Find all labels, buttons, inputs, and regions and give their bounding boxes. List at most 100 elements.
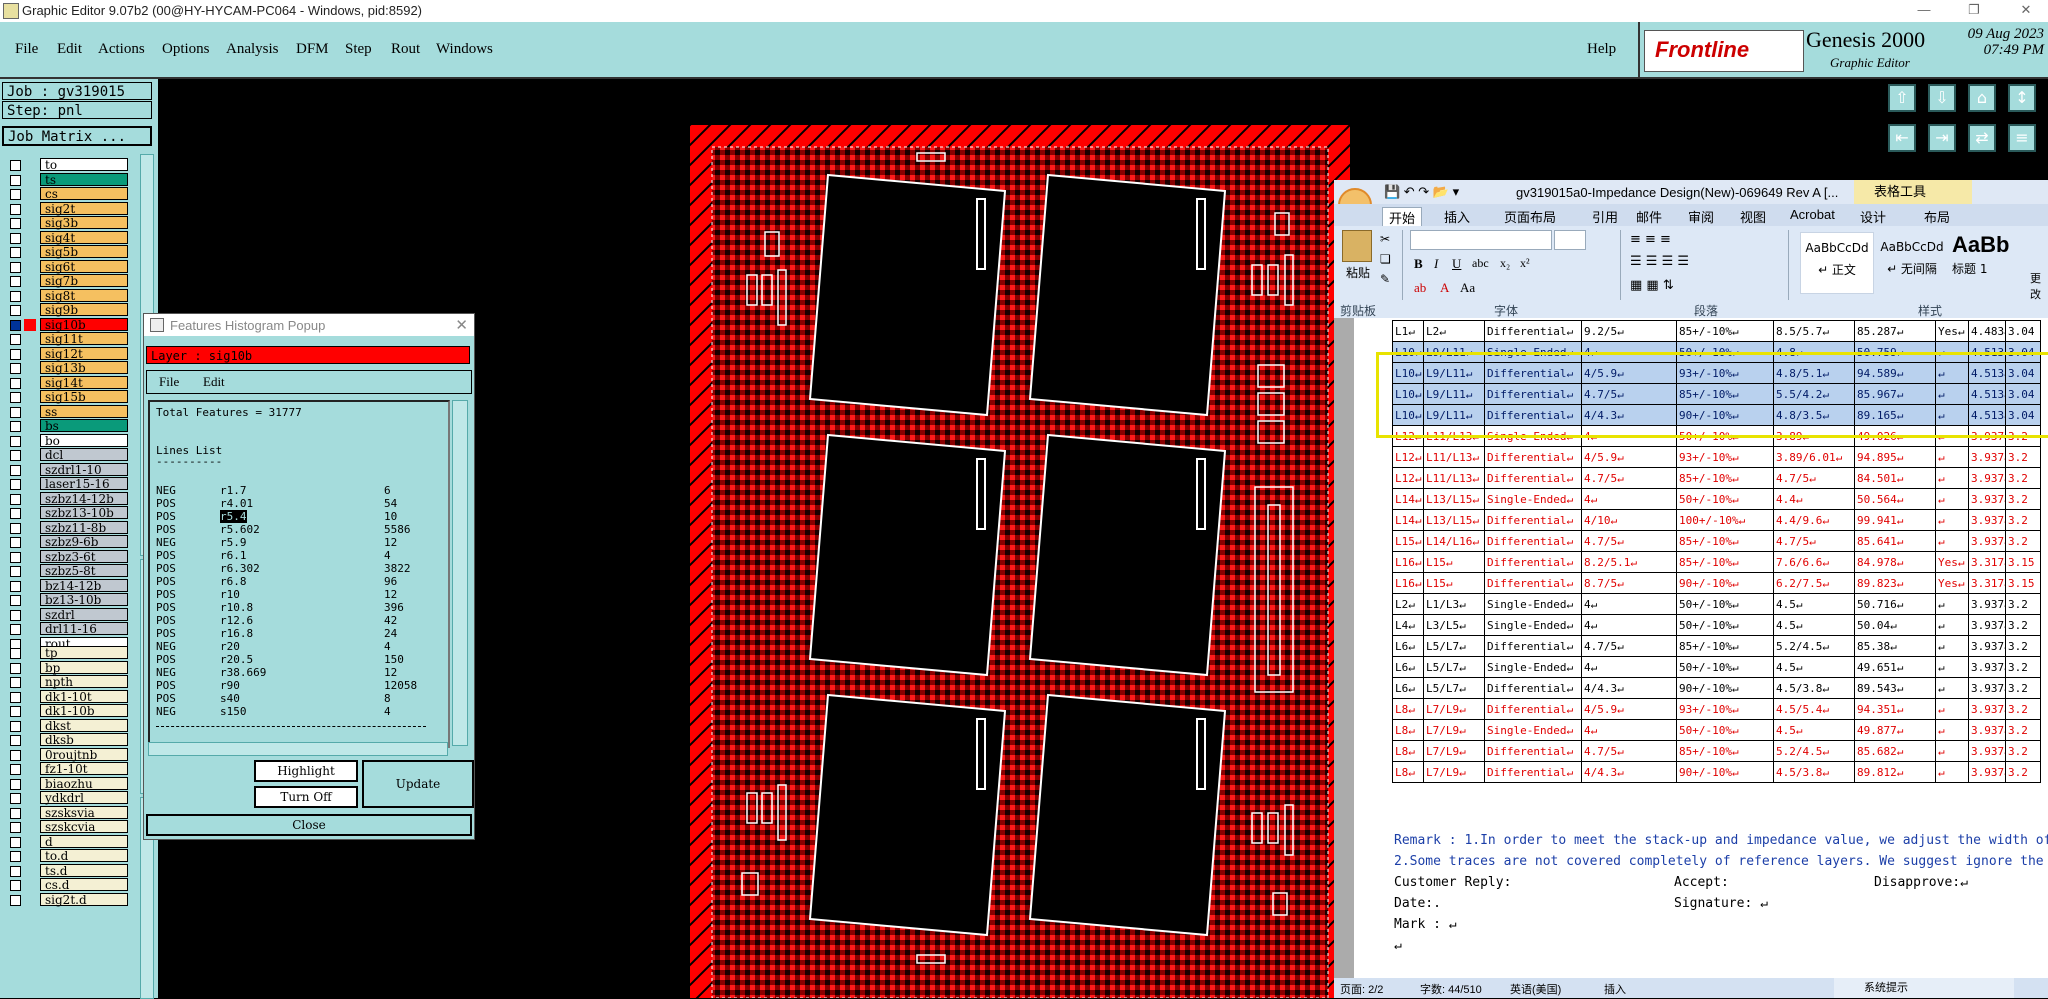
layer-row-ydkdrl[interactable]: ydkdrl <box>6 791 128 805</box>
table-cell[interactable]: Differential↵ <box>1484 551 1582 573</box>
table-cell[interactable]: Single-Ended↵ <box>1484 656 1582 678</box>
layer-name[interactable]: ss <box>40 404 128 418</box>
layer-checkbox[interactable] <box>10 720 21 732</box>
layer-row-cs[interactable]: cs <box>6 187 128 201</box>
layer-row-tp[interactable]: tp <box>6 646 128 660</box>
quick-access-icons[interactable]: 💾 ↶ ↷ 📂 ▾ <box>1384 184 1459 200</box>
table-cell[interactable]: 89.543↵ <box>1854 677 1936 699</box>
table-cell[interactable]: 50+/-10%↵ <box>1676 593 1774 615</box>
histogram-row[interactable]: POS r6.1 4 <box>156 549 436 562</box>
layer-row-sig14t[interactable]: sig14t <box>6 375 128 390</box>
table-row[interactable]: L6↵ L5/L7↵ Differential↵ 4/4.3↵ 90+/-10%↵ 4.5… <box>1392 677 2041 699</box>
layer-name[interactable]: biaozhu <box>40 776 128 790</box>
layer-name[interactable]: dksb <box>40 733 128 747</box>
table-cell[interactable]: ↵ <box>1935 593 1969 615</box>
layer-name[interactable]: szbz9-6b <box>40 535 128 549</box>
layer-name[interactable]: 0roujtnb <box>40 747 128 761</box>
histogram-report[interactable]: Total Features = 31777 Lines List ------… <box>148 400 450 748</box>
layer-row-sig5b[interactable]: sig5b <box>6 245 128 259</box>
layer-name[interactable]: sig14t <box>40 375 128 389</box>
table-row[interactable]: L1↵ L2↵ Differential↵ 9.2/5↵ 85+/-10%↵ 8.5/5.… <box>1392 320 2041 342</box>
layer-row-bz13-10b[interactable]: bz13-10b <box>6 593 128 607</box>
table-cell[interactable]: 4/5.9↵ <box>1581 698 1677 720</box>
table-cell[interactable]: L1/L3↵ <box>1423 593 1485 615</box>
layer-name[interactable]: szbz11-8b <box>40 520 128 534</box>
histogram-row[interactable]: POS r90 12058 <box>156 679 436 692</box>
table-row[interactable]: L12↵ L11/L13↵ Differential↵ 4/5.9↵ 93+/-10%↵… <box>1392 446 2041 468</box>
layer-name[interactable]: szbz14-12b <box>40 491 128 505</box>
update-button[interactable]: Update <box>362 760 474 808</box>
tool-home-icon[interactable]: ⌂ <box>1968 84 1996 112</box>
table-cell[interactable]: L4↵ <box>1392 614 1424 636</box>
layer-name[interactable]: sig4t <box>40 230 128 244</box>
table-cell[interactable]: L2↵ <box>1392 593 1424 615</box>
layer-row-szbz13-10b[interactable]: szbz13-10b <box>6 506 128 520</box>
layer-name[interactable]: szskcvia <box>40 820 128 834</box>
font-color-icon[interactable]: A <box>1440 280 1449 296</box>
table-cell[interactable]: 94.351↵ <box>1854 698 1936 720</box>
table-row[interactable]: L6↵ L5/L7↵ Differential↵ 4.7/5↵ 85+/-10%↵ 5.2… <box>1392 635 2041 657</box>
table-cell[interactable]: 89.812↵ <box>1854 761 1936 783</box>
layer-checkbox[interactable] <box>10 580 21 592</box>
table-cell[interactable]: Yes↵ <box>1935 320 1969 342</box>
table-row[interactable]: L14↵ L13/L15↵ Differential↵ 4/10↵ 100+/-10%↵… <box>1392 509 2041 531</box>
layer-name[interactable]: sig2t <box>40 201 128 215</box>
ribbon-tab-3[interactable]: 引用 <box>1586 207 1624 226</box>
table-cell[interactable]: 4.4↵ <box>1773 488 1855 510</box>
layer-name[interactable]: sig9b <box>40 303 128 317</box>
layer-row-ts.d[interactable]: ts.d <box>6 863 128 878</box>
table-cell[interactable]: 3.2 <box>2005 530 2041 552</box>
layer-row-bs[interactable]: bs <box>6 419 128 433</box>
table-cell[interactable]: L8↵ <box>1392 698 1424 720</box>
change-styles-label[interactable]: 更改 <box>2030 270 2048 302</box>
layer-checkbox[interactable] <box>10 822 21 833</box>
table-cell[interactable]: 3.2 <box>2005 677 2041 699</box>
layer-checkbox[interactable] <box>10 851 21 862</box>
layer-row-ts[interactable]: ts <box>6 172 128 187</box>
table-cell[interactable]: L8↵ <box>1392 719 1424 741</box>
table-row[interactable]: L8↵ L7/L9↵ Differential↵ 4.7/5↵ 85+/-10%↵ 5.2… <box>1392 740 2041 762</box>
table-cell[interactable]: 50.716↵ <box>1854 593 1936 615</box>
table-cell[interactable]: 85+/-10%↵ <box>1676 320 1774 342</box>
table-cell[interactable]: 4↵ <box>1581 719 1677 741</box>
shading-border-icons[interactable]: ▦ ▦ ⇅ <box>1630 278 1674 293</box>
close-icon[interactable]: ✕ <box>2012 2 2040 18</box>
menu-edit[interactable]: Edit <box>57 41 82 58</box>
layer-checkbox[interactable] <box>10 160 21 171</box>
table-row[interactable]: L16↵ L15↵ Differential↵ 8.2/5.1↵ 85+/-10%↵ 7.… <box>1392 551 2041 573</box>
table-cell[interactable]: 3.2 <box>2005 467 2041 489</box>
histogram-row[interactable]: POS r6.8 96 <box>156 575 436 588</box>
table-cell[interactable]: L7/L9↵ <box>1423 698 1485 720</box>
table-cell[interactable]: 3.2 <box>2005 740 2041 762</box>
table-cell[interactable]: L15↵ <box>1392 530 1424 552</box>
table-cell[interactable]: 3.937↵ <box>1968 761 2006 783</box>
layer-row-sig7b[interactable]: sig7b <box>6 274 128 288</box>
layer-checkbox[interactable] <box>10 464 21 476</box>
status-insert[interactable]: 插入 <box>1604 981 1626 997</box>
table-cell[interactable]: 3.937↵ <box>1968 719 2006 741</box>
table-cell[interactable]: Differential↵ <box>1484 320 1582 342</box>
table-cell[interactable]: 93+/-10%↵ <box>1676 698 1774 720</box>
system-notify[interactable]: 系统提示 <box>1834 978 2014 998</box>
table-cell[interactable]: 4.5/5.4↵ <box>1773 698 1855 720</box>
layer-row-sig8t[interactable]: sig8t <box>6 288 128 303</box>
layer-name[interactable]: dk1-10b <box>40 704 128 718</box>
histogram-row[interactable]: NEG r38.669 12 <box>156 666 436 679</box>
table-cell[interactable]: 4.7/5↵ <box>1581 467 1677 489</box>
table-cell[interactable]: 85+/-10%↵ <box>1676 467 1774 489</box>
table-cell[interactable]: 93+/-10%↵ <box>1676 446 1774 468</box>
table-cell[interactable]: Differential↵ <box>1484 635 1582 657</box>
table-cell[interactable]: 4.5/3.8↵ <box>1773 677 1855 699</box>
table-cell[interactable]: L6↵ <box>1392 656 1424 678</box>
table-cell[interactable]: 50+/-10%↵ <box>1676 719 1774 741</box>
format-painter-icon[interactable]: ✎ <box>1380 272 1390 286</box>
table-cell[interactable]: ↵ <box>1935 761 1969 783</box>
tool-right-icon[interactable]: ⇥ <box>1928 124 1956 152</box>
table-cell[interactable]: 4.7/5↵ <box>1581 740 1677 762</box>
histogram-row[interactable]: POS r10 12 <box>156 588 436 601</box>
table-cell[interactable]: ↵ <box>1935 530 1969 552</box>
table-cell[interactable]: Differential↵ <box>1484 761 1582 783</box>
table-cell[interactable]: Differential↵ <box>1484 698 1582 720</box>
highlight-color-icon[interactable]: ab <box>1414 280 1426 296</box>
status-language[interactable]: 英语(美国) <box>1510 981 1561 997</box>
